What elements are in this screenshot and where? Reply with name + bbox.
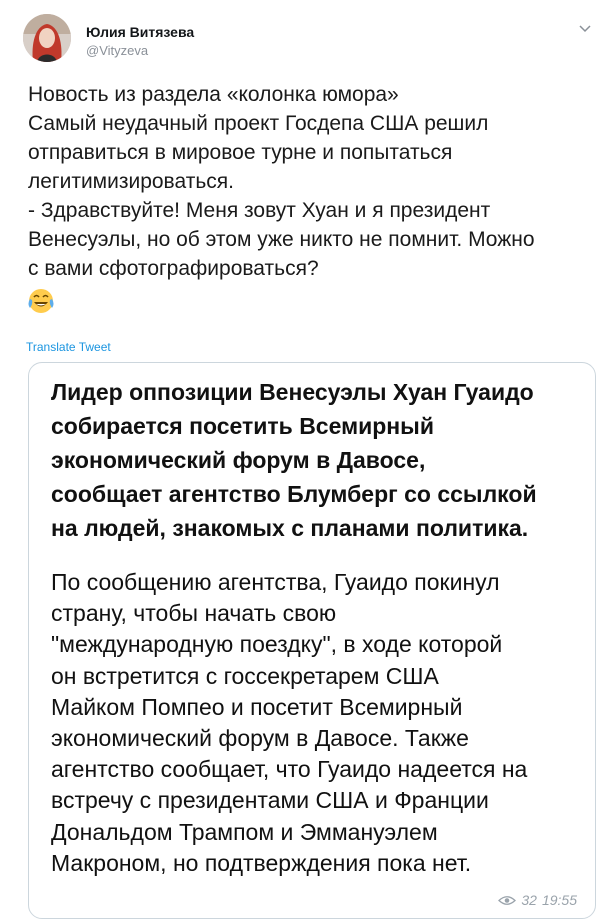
tweet-text: Новость из раздела «колонка юмора» Самый… bbox=[28, 80, 588, 283]
tweet-line: легитимизироваться. bbox=[28, 170, 234, 193]
translate-tweet-link[interactable]: Translate Tweet bbox=[26, 340, 111, 354]
body-line: Дональдом Трампом и Эммануэлем bbox=[51, 818, 438, 845]
card-headline: Лидер оппозиции Венесуэлы Хуан Гуаидо со… bbox=[51, 375, 591, 545]
message-time: 19:55 bbox=[541, 892, 577, 908]
tweet-line: Венесуэлы, но об этом уже никто не помни… bbox=[28, 228, 535, 251]
tweet-line: с вами сфотографироваться? bbox=[28, 257, 319, 280]
chevron-down-icon[interactable] bbox=[578, 24, 592, 34]
body-line: встречу с президентами США и Франции bbox=[51, 787, 489, 814]
author-handle[interactable]: @Vityzeva bbox=[86, 43, 148, 58]
headline-line: экономический форум в Давосе, bbox=[51, 447, 426, 473]
headline-line: собирается посетить Всемирный bbox=[51, 413, 434, 439]
tweet-line: Новость из раздела «колонка юмора» bbox=[28, 83, 399, 106]
body-line: страну, чтобы начать свою bbox=[51, 600, 337, 627]
headline-line: сообщает агентство Блумберг со ссылкой bbox=[51, 481, 537, 507]
body-line: По сообщению агентства, Гуаидо покинул bbox=[51, 569, 500, 595]
avatar-image bbox=[23, 14, 71, 62]
face-with-tears-of-joy-icon bbox=[28, 289, 54, 313]
body-line: "международную поездку", в ходе которой bbox=[51, 631, 503, 658]
message-meta: 32 19:55 bbox=[498, 892, 577, 908]
card-body: По сообщению агентства, Гуаидо покинул с… bbox=[51, 567, 591, 879]
headline-line: на людей, знакомых с планами политика. bbox=[51, 515, 529, 541]
tweet-line: отправиться в мировое турне и попытаться bbox=[28, 141, 453, 164]
tweet-line: Самый неудачный проект Госдепа США решил bbox=[28, 112, 489, 135]
body-line: Макроном, но подтверждения пока нет. bbox=[51, 849, 472, 876]
eye-icon bbox=[498, 895, 517, 905]
body-line: экономический форум в Давосе. Также bbox=[51, 725, 469, 752]
avatar[interactable] bbox=[23, 14, 71, 62]
tweet: Юлия Витязева @Vityzeva Новость из разде… bbox=[0, 0, 611, 921]
view-count: 32 bbox=[521, 892, 537, 908]
body-line: Майком Помпео и посетит Всемирный bbox=[51, 693, 463, 720]
body-line: он встретится с госсекретарем США bbox=[51, 662, 439, 689]
tweet-line: - Здравствуйте! Меня зовут Хуан и я през… bbox=[28, 199, 491, 222]
author-name[interactable]: Юлия Витязева bbox=[86, 24, 194, 40]
headline-line: Лидер оппозиции Венесуэлы Хуан Гуаидо bbox=[51, 379, 534, 405]
attached-image-card[interactable]: Лидер оппозиции Венесуэлы Хуан Гуаидо со… bbox=[28, 362, 596, 919]
body-line: агентство сообщает, что Гуаидо надеется … bbox=[51, 756, 528, 783]
